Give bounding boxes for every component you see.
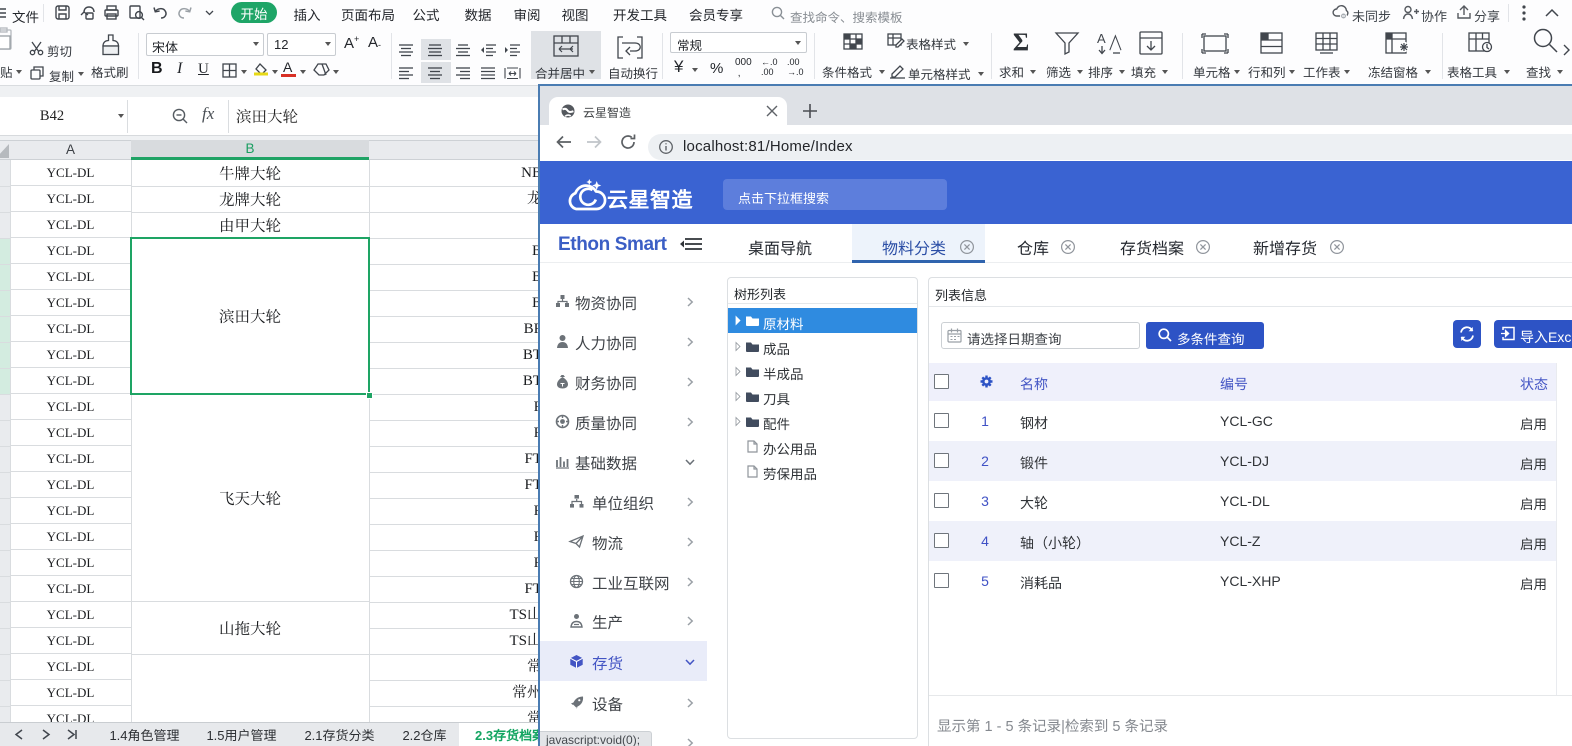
svg-text:A: A <box>1097 31 1106 46</box>
